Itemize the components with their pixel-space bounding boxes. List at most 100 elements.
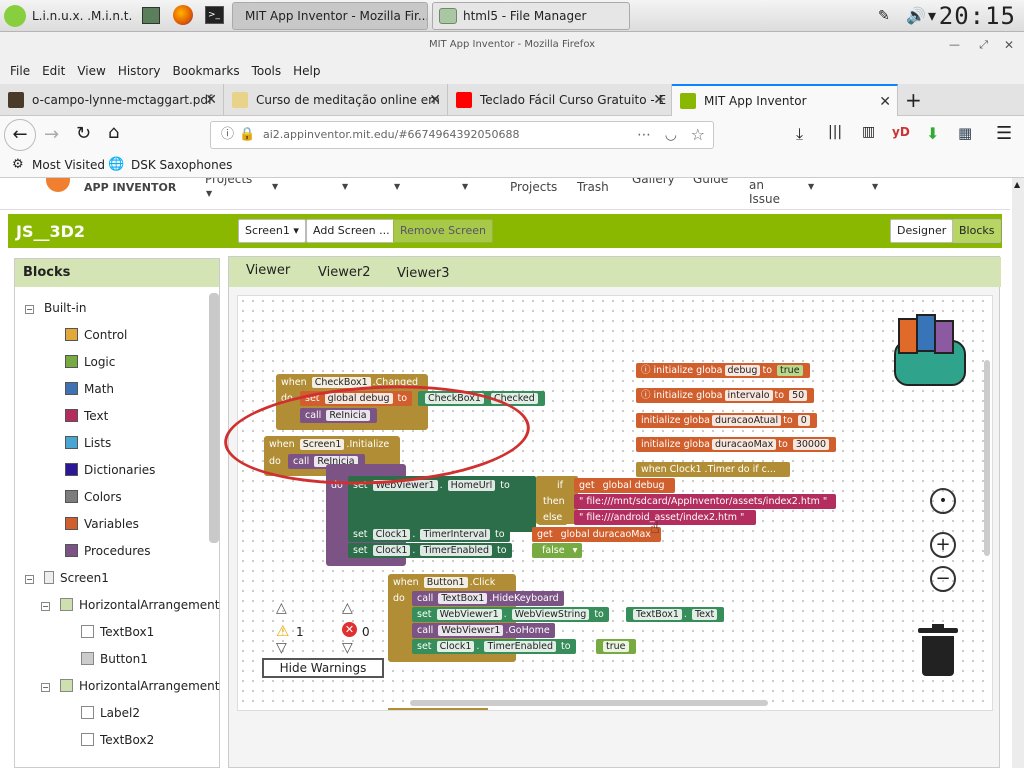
network-icon[interactable]: ✎ — [878, 8, 890, 24]
close-tab-icon[interactable]: ✕ — [879, 94, 891, 110]
info-icon[interactable]: ⓘ — [221, 122, 234, 148]
block-chip[interactable]: 0 — [797, 415, 810, 426]
bookmark-most-visited[interactable]: Most Visited — [32, 158, 105, 172]
init-global-intervalo-block[interactable]: ⓘ initialize globa intervalo to 50 — [636, 388, 815, 403]
sidebar-icon[interactable]: ▥ — [862, 124, 875, 140]
tab-viewer[interactable]: Viewer — [246, 263, 290, 278]
page-actions-icon[interactable]: ⋯ — [637, 122, 651, 148]
block-chip[interactable]: debug — [724, 365, 761, 376]
true-block[interactable]: true — [596, 639, 636, 654]
close-tab-icon[interactable]: ✕ — [653, 92, 665, 108]
tree-textbox2[interactable]: TextBox2 — [81, 733, 154, 747]
chevron-down-icon[interactable]: ▼ — [872, 182, 878, 191]
show-desktop-icon[interactable] — [142, 7, 160, 24]
restore-icon[interactable]: ⤢ — [979, 32, 988, 58]
menu-view[interactable]: View — [77, 64, 105, 78]
browser-tab-appinventor[interactable]: MIT App Inventor ✕ — [672, 84, 898, 116]
blocks-canvas[interactable]: ⓘ initialize globa debug to true ⓘ initial… — [237, 295, 993, 711]
tab-viewer2[interactable]: Viewer2 — [318, 265, 370, 280]
set-clock-timerenabled-block[interactable]: set Clock1. TimerEnabled to — [348, 543, 512, 558]
tree-textbox1[interactable]: TextBox1 — [81, 625, 154, 639]
block-chip[interactable]: 30000 — [792, 439, 830, 450]
block-chip[interactable]: TextBox1 — [633, 609, 682, 620]
set-clock-timerinterval-block[interactable]: set Clock1. TimerInterval to — [348, 527, 510, 542]
init-global-debug-block[interactable]: ⓘ initialize globa debug to true — [636, 363, 810, 378]
block-chip[interactable]: true — [777, 365, 803, 376]
block-chip[interactable]: TimerInterval — [420, 529, 491, 540]
nav-my-projects[interactable]: Projects — [510, 180, 557, 194]
block-chip[interactable]: TimerEnabled — [484, 641, 557, 652]
tab-viewer3[interactable]: Viewer3 — [397, 266, 449, 281]
blocks-button[interactable]: Blocks — [952, 219, 1002, 243]
get-global-duracaomax-block[interactable]: get global duracaoMax — [532, 527, 661, 542]
nav-gallery[interactable]: Gallery — [632, 178, 675, 186]
tree-lists[interactable]: Lists — [65, 436, 111, 450]
block-chip[interactable]: duracaoAtual — [711, 415, 782, 426]
clock-timer-collapsed-block[interactable]: when Clock1 .Timer do if c... — [636, 462, 790, 477]
menu-history[interactable]: History — [118, 64, 161, 78]
chevron-down-icon[interactable]: ▼ — [342, 182, 348, 191]
text-url-android-asset-block[interactable]: " file:///android_asset/index2.htm " — [574, 510, 756, 525]
nav-trash[interactable]: Trash — [577, 180, 609, 194]
tree-logic[interactable]: Logic — [65, 355, 115, 369]
menu-tools[interactable]: Tools — [252, 64, 282, 78]
extension-icon[interactable]: ▦ — [958, 124, 972, 142]
nav-projects-menu[interactable]: Projects — [205, 178, 252, 186]
menu-bookmarks[interactable]: Bookmarks — [173, 64, 240, 78]
appinventor-brand[interactable]: APP INVENTOR — [84, 181, 176, 194]
block-chip[interactable]: global duracaoMax — [558, 529, 654, 540]
backpack-icon[interactable] — [888, 310, 970, 388]
taskbar-window-file-manager[interactable]: html5 - File Manager — [432, 2, 630, 30]
tree-builtin[interactable]: − Built-in — [25, 301, 86, 315]
firefox-launcher-icon[interactable] — [173, 5, 193, 25]
set-clock-timerenabled-true-block[interactable]: set Clock1. TimerEnabled to — [412, 639, 576, 654]
call-gohome-block[interactable]: call WebViewer1 .GoHome — [412, 623, 555, 638]
designer-button[interactable]: Designer — [890, 219, 954, 243]
block-chip[interactable]: WebViewer1 — [436, 609, 502, 620]
chevron-down-icon[interactable]: ▼ — [394, 182, 400, 191]
text-url-sdcard-block[interactable]: " file:///mnt/sdcard/AppInventor/assets/… — [574, 494, 836, 509]
warnings-down-arrow-icon[interactable]: ▽ — [276, 640, 287, 656]
downloads-icon[interactable]: ⤓ — [796, 124, 803, 144]
close-tab-icon[interactable]: ✕ — [429, 92, 441, 108]
terminal-launcher-icon[interactable]: >_ — [205, 6, 224, 24]
block-chip[interactable]: global debug — [600, 480, 668, 491]
tree-button1[interactable]: Button1 — [81, 652, 148, 666]
home-icon[interactable]: ⌂ — [108, 122, 119, 143]
tree-procedures[interactable]: Procedures — [65, 544, 151, 558]
collapse-icon[interactable]: − — [41, 683, 50, 692]
hamburger-menu-icon[interactable]: ☰ — [996, 123, 1012, 144]
close-window-icon[interactable]: ✕ — [1004, 32, 1014, 58]
taskbar-window-firefox[interactable]: MIT App Inventor - Mozilla Fir... — [232, 2, 428, 30]
errors-up-arrow-icon[interactable]: △ — [342, 600, 353, 616]
init-global-duracaomax-block[interactable]: initialize globa duracaoMax to 30000 — [636, 437, 837, 452]
screen-select-dropdown[interactable]: Screen1 ▾ — [238, 219, 306, 243]
block-chip[interactable]: TimerEnabled — [420, 545, 493, 556]
hide-warnings-button[interactable]: Hide Warnings — [262, 658, 384, 678]
pocket-icon[interactable]: ◡ — [665, 122, 677, 148]
call-hidekeyboard-block[interactable]: call TextBox1 .HideKeyboard — [412, 591, 564, 606]
block-chip[interactable]: Clock1 — [372, 529, 411, 540]
block-chip[interactable]: Clock1 — [372, 545, 411, 556]
scroll-up-icon[interactable]: ▲ — [1014, 180, 1020, 189]
trash-can-icon[interactable] — [918, 624, 958, 676]
nav-report-issue[interactable]: an Issue — [749, 178, 789, 206]
init-global-duracaoatual-block[interactable]: initialize globa duracaoAtual to 0 — [636, 413, 817, 428]
set-webviewstring-block[interactable]: set WebViewer1. WebViewString to — [412, 607, 609, 622]
tree-text[interactable]: Text — [65, 409, 108, 423]
close-tab-icon[interactable]: ✕ — [205, 92, 217, 108]
block-chip[interactable]: Button1 — [423, 577, 468, 588]
zoom-in-icon[interactable]: + — [930, 532, 956, 558]
get-global-debug-block[interactable]: get global debug — [574, 478, 675, 493]
block-chip[interactable]: Text — [691, 609, 718, 620]
canvas-horizontal-scrollbar[interactable] — [410, 700, 768, 706]
browser-tab-youtube[interactable]: Teclado Fácil Curso Gratuito - E ✕ — [448, 84, 672, 116]
tree-variables[interactable]: Variables — [65, 517, 139, 531]
block-chip[interactable]: 50 — [789, 390, 808, 401]
block-chip[interactable]: intervalo — [724, 390, 773, 401]
forward-icon[interactable]: → — [44, 124, 59, 145]
new-tab-icon[interactable]: + — [905, 88, 922, 112]
collapse-icon[interactable]: − — [25, 575, 34, 584]
tree-screen1[interactable]: − Screen1 — [25, 571, 109, 585]
nav-guide[interactable]: Guide — [693, 178, 728, 186]
